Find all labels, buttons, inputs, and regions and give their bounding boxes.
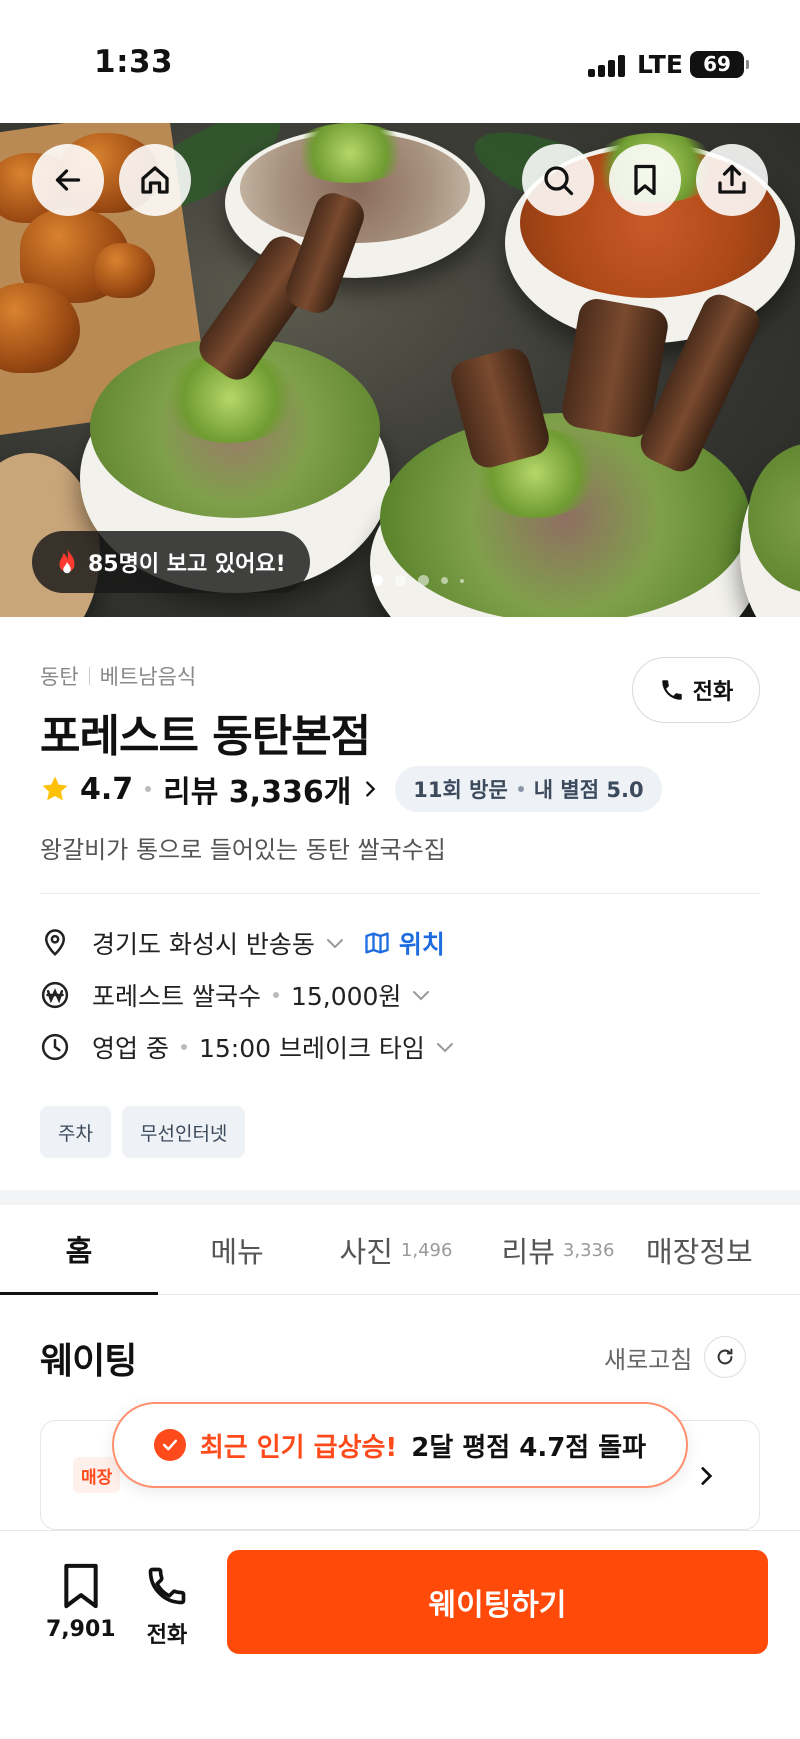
tab-bar: 홈 메뉴 사진 1,496 리뷰 3,336 매장정보 [0,1205,800,1295]
tab-label: 사진 [339,1235,393,1269]
my-rating: 내 별점 5.0 [533,778,644,802]
tab-menu[interactable]: 메뉴 [158,1205,316,1295]
tab-count: 3,336 [562,1239,615,1261]
status-time: 1:33 [94,44,174,80]
bookmark-button[interactable] [609,144,681,216]
bottom-bar: 7,901 전화 웨이팅하기 [0,1530,800,1739]
divider [40,893,760,894]
viewers-badge: 85명이 보고 있어요! [32,531,310,593]
location-pin-icon [44,929,66,956]
call-label: 전화 [692,680,734,705]
bookmark-count-button[interactable]: 7,901 [46,1561,116,1642]
chevron-down-icon[interactable] [409,983,433,1007]
fire-icon [59,548,75,574]
location-link[interactable]: 위치 [363,925,445,961]
toast-text: 2달 평점 4.7점 돌파 [411,1432,647,1463]
search-button[interactable] [522,144,594,216]
network-label: LTE [637,50,683,79]
trending-toast: 최근 인기 급상승! 2달 평점 4.7점 돌파 [112,1402,688,1488]
tab-store-info[interactable]: 매장정보 [640,1205,800,1295]
status-bar: 1:33 LTE 69 [0,0,800,123]
share-button[interactable] [696,144,768,216]
tag-parking: 주차 [40,1106,111,1158]
break-time: 15:00 브레이크 타임 [198,1034,425,1063]
refresh-icon [717,1348,733,1365]
tab-reviews[interactable]: 리뷰 3,336 [476,1205,640,1295]
tag-wifi: 무선인터넷 [122,1106,246,1158]
refresh-circle [704,1336,747,1378]
phone-icon [662,680,682,700]
category-label[interactable]: 베트남음식 [100,661,197,691]
back-icon [55,169,81,191]
menu-name: 포레스트 쌀국수 [92,982,261,1011]
rating-row: 4.7 리뷰 3,336개 11회 방문 내 별점 5.0 [40,766,662,812]
home-icon [141,166,169,194]
chevron-down-icon[interactable] [323,931,347,955]
check-icon [153,1429,186,1461]
search-icon [544,166,574,196]
bookmark-icon [634,164,656,196]
tab-label: 매장정보 [646,1235,753,1269]
share-icon [718,164,746,194]
rating-value: 4.7 [80,771,134,807]
visit-count: 11회 방문 [413,778,508,802]
carousel-indicator [372,575,464,586]
call-button[interactable]: 전화 [632,657,760,723]
store-badge: 매장 [73,1457,121,1493]
open-status: 영업 중 [92,1034,169,1063]
bookmark-count: 7,901 [46,1617,116,1642]
tab-label: 리뷰 [501,1235,555,1269]
breadcrumb: 동탄 베트남음식 [40,661,196,691]
carousel-dot [372,575,383,586]
address-row[interactable]: 경기도 화성시 반송동 위치 [40,923,445,963]
carousel-dot [460,578,464,583]
home-button[interactable] [119,144,191,216]
tab-label: 홈 [65,1233,93,1268]
carousel-dot [395,575,406,586]
star-icon [42,776,68,801]
chevron-right-icon [701,1467,713,1485]
visit-badge[interactable]: 11회 방문 내 별점 5.0 [395,766,662,812]
signal-icon [588,55,628,77]
region-label[interactable]: 동탄 [40,661,79,691]
bottom-call-button[interactable]: 전화 [145,1561,189,1649]
tab-photos[interactable]: 사진 1,496 [316,1205,476,1295]
won-icon [41,981,69,1009]
refresh-label: 새로고침 [604,1345,693,1374]
clock-icon [41,1033,69,1061]
carousel-dot [441,577,448,584]
battery-icon: 69 [690,51,749,78]
waiting-title: 웨이팅 [40,1341,137,1382]
location-label: 위치 [398,930,445,959]
page-title: 포레스트 동탄본점 [40,711,371,762]
tab-home[interactable]: 홈 [0,1205,158,1295]
store-description: 왕갈비가 통으로 들어있는 동탄 쌀국수집 [40,836,446,864]
bottom-call-label: 전화 [146,1623,188,1648]
map-icon [365,932,389,954]
hours-row[interactable]: 영업 중 15:00 브레이크 타임 [40,1027,457,1067]
tab-count: 1,496 [400,1239,453,1261]
address-text: 경기도 화성시 반송동 [92,930,315,959]
menu-price: 15,000원 [290,982,402,1011]
waiting-cta-button[interactable]: 웨이팅하기 [227,1550,768,1654]
menu-price-row[interactable]: 포레스트 쌀국수 15,000원 [40,975,433,1015]
chevron-right-icon[interactable] [359,778,381,800]
review-count-link[interactable]: 리뷰 3,336개 [163,767,351,811]
refresh-button[interactable]: 새로고침 [604,1336,747,1378]
bookmark-icon [64,1563,98,1609]
viewers-text: 85명이 보고 있어요! [88,552,286,577]
tab-label: 메뉴 [210,1235,264,1269]
section-divider [0,1190,800,1205]
toast-highlight: 최근 인기 급상승! [199,1432,398,1463]
chevron-down-icon[interactable] [433,1035,457,1059]
carousel-dot [418,575,429,586]
back-button[interactable] [32,144,104,216]
phone-icon [148,1567,186,1605]
